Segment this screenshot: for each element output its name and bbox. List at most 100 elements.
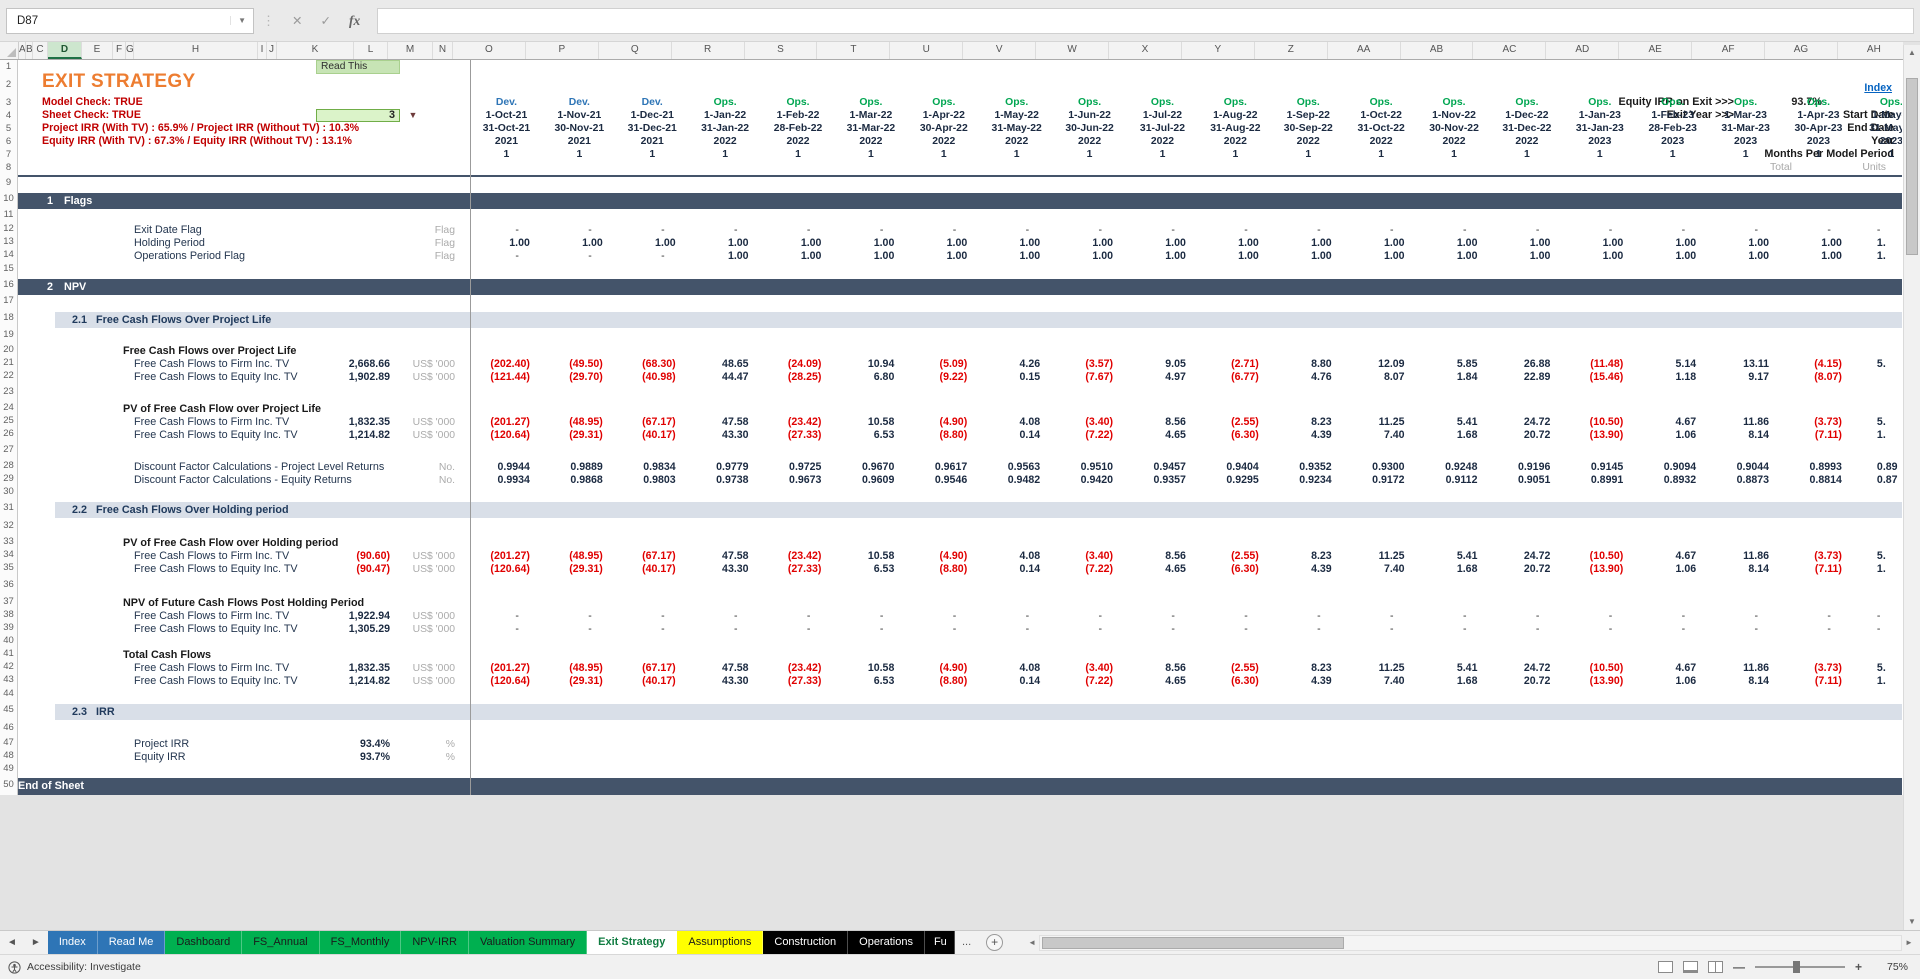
col-header-L[interactable]: L: [354, 42, 388, 59]
year-Y[interactable]: 2022: [1199, 135, 1272, 148]
months-AF[interactable]: 1: [1709, 148, 1782, 161]
cell-W29[interactable]: 0.9420: [1053, 474, 1126, 487]
cell-Q14[interactable]: -: [616, 250, 689, 263]
cell-W38[interactable]: -: [1053, 610, 1126, 623]
months-AG[interactable]: 1: [1782, 148, 1855, 161]
col-header-V[interactable]: V: [963, 42, 1036, 59]
cell-AC35[interactable]: 20.72: [1490, 563, 1563, 576]
cell-AD29[interactable]: 0.8991: [1563, 474, 1636, 487]
phase-Q[interactable]: Dev.: [616, 96, 689, 109]
cell-S13[interactable]: 1.00: [762, 237, 835, 250]
cell-W35[interactable]: (7.22): [1053, 563, 1126, 576]
row-header-9[interactable]: 9: [0, 175, 17, 191]
cell-AG34[interactable]: (3.73): [1782, 550, 1855, 563]
cell-AE22[interactable]: 1.18: [1636, 371, 1709, 384]
cell-U29[interactable]: 0.9546: [907, 474, 980, 487]
phase-AE[interactable]: Ops.: [1636, 96, 1709, 109]
row-header-46[interactable]: 46: [0, 719, 17, 736]
cell-Y22[interactable]: (6.77): [1199, 371, 1272, 384]
cell-AC29[interactable]: 0.9051: [1490, 474, 1563, 487]
cell-O28[interactable]: 0.9944: [470, 461, 543, 474]
cell-AF29[interactable]: 0.8873: [1709, 474, 1782, 487]
cell-X35[interactable]: 4.65: [1126, 563, 1199, 576]
cell-AC21[interactable]: 26.88: [1490, 358, 1563, 371]
cell-T42[interactable]: 10.58: [834, 662, 907, 675]
cell-T35[interactable]: 6.53: [834, 563, 907, 576]
tab-assumptions[interactable]: Assumptions: [677, 931, 763, 954]
months-AA[interactable]: 1: [1345, 148, 1418, 161]
cell-P38[interactable]: -: [543, 610, 616, 623]
item-label[interactable]: Free Cash Flows to Firm Inc. TV: [134, 416, 289, 429]
tab-nav-left-icon[interactable]: ◄: [0, 932, 24, 954]
cell-U35[interactable]: (8.80): [907, 563, 980, 576]
col-header-G[interactable]: G: [126, 42, 134, 59]
row-header-21[interactable]: 21: [0, 356, 17, 369]
row-header-10[interactable]: 10: [0, 191, 17, 207]
row-header-33[interactable]: 33: [0, 535, 17, 548]
cell-AE28[interactable]: 0.9094: [1636, 461, 1709, 474]
year-O[interactable]: 2021: [470, 135, 543, 148]
exit-year-input[interactable]: 3: [316, 109, 400, 122]
cell-AE29[interactable]: 0.8932: [1636, 474, 1709, 487]
phase-AA[interactable]: Ops.: [1345, 96, 1418, 109]
total-value[interactable]: 93.4%: [360, 738, 390, 751]
group-label[interactable]: PV of Free Cash Flow over Holding period: [123, 537, 338, 550]
insert-function-icon[interactable]: fx: [340, 13, 369, 29]
cell-Z13[interactable]: 1.00: [1272, 237, 1345, 250]
cell-X14[interactable]: 1.00: [1126, 250, 1199, 263]
cell-W21[interactable]: (3.57): [1053, 358, 1126, 371]
cell-Z34[interactable]: 8.23: [1272, 550, 1345, 563]
cell-P29[interactable]: 0.9868: [543, 474, 616, 487]
start-date-AB[interactable]: 1-Nov-22: [1418, 109, 1491, 122]
cell-Q38[interactable]: -: [616, 610, 689, 623]
end-date-AA[interactable]: 31-Oct-22: [1345, 122, 1418, 135]
year-AC[interactable]: 2022: [1490, 135, 1563, 148]
cell-X25[interactable]: 8.56: [1126, 416, 1199, 429]
year-AA[interactable]: 2022: [1345, 135, 1418, 148]
cell-Y25[interactable]: (2.55): [1199, 416, 1272, 429]
cell-U13[interactable]: 1.00: [907, 237, 980, 250]
cell-AE39[interactable]: -: [1636, 623, 1709, 636]
cell-AE42[interactable]: 4.67: [1636, 662, 1709, 675]
cell-AF25[interactable]: 11.86: [1709, 416, 1782, 429]
cell-AD42[interactable]: (10.50): [1563, 662, 1636, 675]
start-date-U[interactable]: 1-Apr-22: [907, 109, 980, 122]
col-header-X[interactable]: X: [1109, 42, 1182, 59]
start-date-Y[interactable]: 1-Aug-22: [1199, 109, 1272, 122]
total-value[interactable]: 1,305.29: [349, 623, 390, 636]
cell-T26[interactable]: 6.53: [834, 429, 907, 442]
col-header-M[interactable]: M: [388, 42, 433, 59]
row-header-13[interactable]: 13: [0, 235, 17, 248]
cell-AF12[interactable]: -: [1709, 224, 1782, 237]
cell-AC38[interactable]: -: [1490, 610, 1563, 623]
cell-AH14[interactable]: 1.: [1855, 250, 1902, 263]
col-header-AE[interactable]: AE: [1619, 42, 1692, 59]
start-date-AE[interactable]: 1-Feb-23: [1636, 109, 1709, 122]
phase-AF[interactable]: Ops.: [1709, 96, 1782, 109]
cell-T29[interactable]: 0.9609: [834, 474, 907, 487]
cell-Q26[interactable]: (40.17): [616, 429, 689, 442]
cell-AE14[interactable]: 1.00: [1636, 250, 1709, 263]
cell-AG39[interactable]: -: [1782, 623, 1855, 636]
end-date-T[interactable]: 31-Mar-22: [834, 122, 907, 135]
end-date-V[interactable]: 31-May-22: [980, 122, 1053, 135]
end-of-sheet-band[interactable]: End of Sheet: [18, 778, 1902, 795]
cell-O43[interactable]: (120.64): [470, 675, 543, 688]
total-value[interactable]: 2,668.66: [349, 358, 390, 371]
cell-R28[interactable]: 0.9779: [689, 461, 762, 474]
col-header-AD[interactable]: AD: [1546, 42, 1619, 59]
cell-W25[interactable]: (3.40): [1053, 416, 1126, 429]
cell-AF43[interactable]: 8.14: [1709, 675, 1782, 688]
total-value[interactable]: 1,832.35: [349, 416, 390, 429]
cell-AD12[interactable]: -: [1563, 224, 1636, 237]
cell-AB38[interactable]: -: [1418, 610, 1491, 623]
cell-AD21[interactable]: (11.48): [1563, 358, 1636, 371]
cell-AB13[interactable]: 1.00: [1418, 237, 1491, 250]
cell-AD34[interactable]: (10.50): [1563, 550, 1636, 563]
item-label[interactable]: Equity IRR: [134, 751, 186, 764]
cell-V25[interactable]: 4.08: [980, 416, 1053, 429]
item-label[interactable]: Free Cash Flows to Firm Inc. TV: [134, 610, 289, 623]
cell-AA28[interactable]: 0.9300: [1345, 461, 1418, 474]
cell-Z12[interactable]: -: [1272, 224, 1345, 237]
row-header-17[interactable]: 17: [0, 293, 17, 309]
